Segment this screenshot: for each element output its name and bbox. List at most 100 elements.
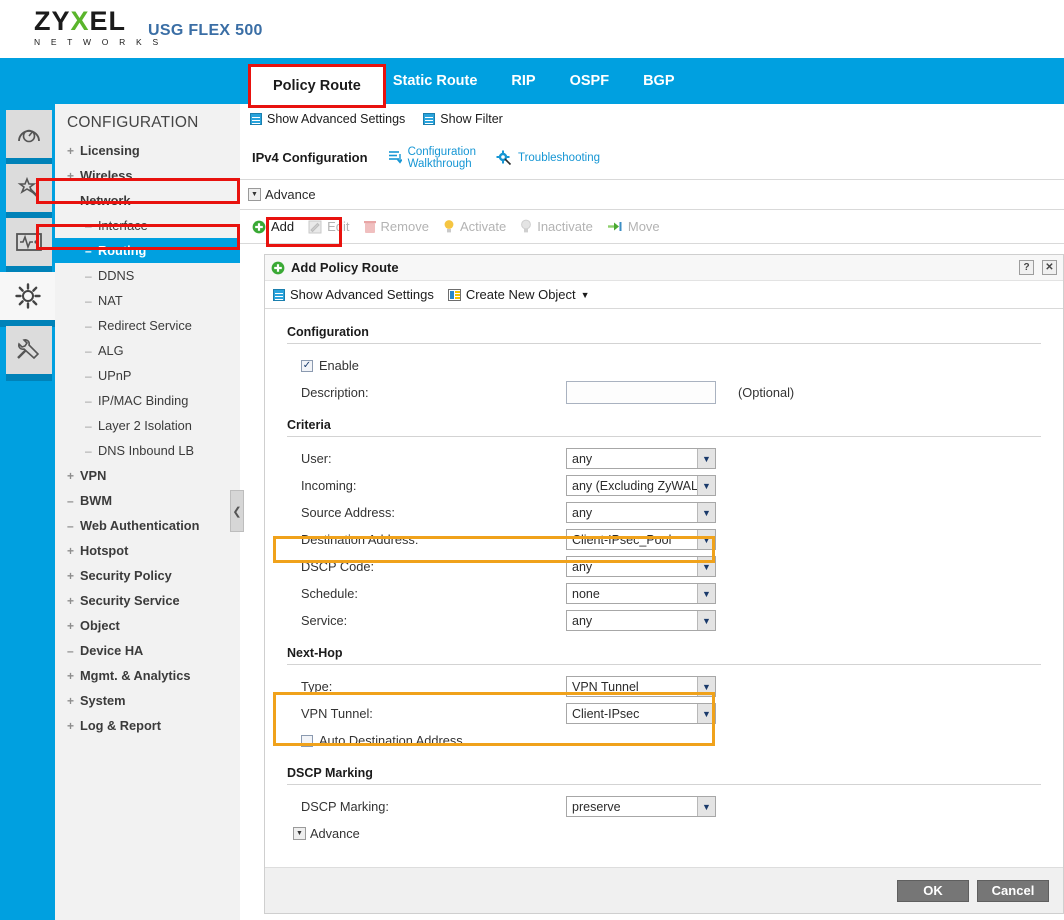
- pencil-icon: [308, 220, 322, 233]
- sidebar-item-label: Object: [80, 618, 120, 633]
- remove-button[interactable]: Remove: [363, 219, 429, 234]
- show-filter-link[interactable]: Show Filter: [423, 112, 503, 126]
- sidebar-item-network[interactable]: – Network: [55, 188, 240, 213]
- inactivate-button[interactable]: Inactivate: [520, 219, 593, 234]
- create-new-object-link[interactable]: Create New Object ▼: [447, 287, 590, 302]
- enable-checkbox[interactable]: ✓: [301, 359, 313, 372]
- trash-icon: [363, 220, 376, 233]
- collapse-icon: –: [67, 519, 74, 533]
- ok-button[interactable]: OK: [897, 879, 969, 902]
- troubleshooting-link[interactable]: Troubleshooting: [496, 150, 600, 166]
- auto-destination-address-checkbox[interactable]: [301, 734, 313, 747]
- sidebar-item-system[interactable]: + System: [55, 688, 240, 713]
- cancel-button[interactable]: Cancel: [977, 879, 1049, 902]
- tab-ospf[interactable]: OSPF: [553, 58, 626, 104]
- sidebar-item-label: Security Policy: [80, 568, 172, 583]
- sidebar-item-security-policy[interactable]: + Security Policy: [55, 563, 240, 588]
- chevron-down-icon[interactable]: ▼: [293, 827, 306, 840]
- sidebar-item-bwm[interactable]: – BWM: [55, 488, 240, 513]
- criteria-user-row: User: any ▼: [287, 445, 1041, 472]
- description-input[interactable]: [566, 381, 716, 404]
- chevron-down-icon: ▼: [697, 584, 715, 603]
- expand-icon: +: [67, 594, 75, 608]
- edit-button[interactable]: Edit: [308, 219, 350, 234]
- app-header: ZYXEL N E T W O R K S USG FLEX 500: [0, 0, 1064, 58]
- collapse-icon: –: [67, 644, 74, 658]
- next-hop-type-select-value: VPN Tunnel: [572, 679, 639, 694]
- chevron-down-icon[interactable]: ▼: [248, 188, 261, 201]
- dialog-show-advanced-settings-link[interactable]: Show Advanced Settings: [273, 287, 434, 302]
- criteria-schedule-select[interactable]: none ▼: [566, 583, 716, 604]
- chevron-down-icon: ▼: [697, 449, 715, 468]
- criteria-service-select-value: any: [572, 613, 593, 628]
- sidebar-item-label: Security Service: [80, 593, 180, 608]
- collapse-icon: –: [85, 344, 92, 358]
- sidebar-item-ip-mac-binding[interactable]: – IP/MAC Binding: [55, 388, 240, 413]
- collapse-icon: –: [85, 444, 92, 458]
- help-button[interactable]: ?: [1019, 260, 1034, 275]
- sidebar-item-hotspot[interactable]: + Hotspot: [55, 538, 240, 563]
- monitor-icon[interactable]: [6, 218, 52, 273]
- dialog-title-bar: Add Policy Route ? ✕: [265, 255, 1063, 281]
- next-hop-type-select[interactable]: VPN Tunnel ▼: [566, 676, 716, 697]
- dscp-advance-row: ▼ Advance: [287, 820, 1041, 847]
- sidebar-item-interface[interactable]: – Interface: [55, 213, 240, 238]
- sidebar-item-layer-2-isolation[interactable]: – Layer 2 Isolation: [55, 413, 240, 438]
- tab-bgp[interactable]: BGP: [626, 58, 691, 104]
- sidebar-item-vpn[interactable]: + VPN: [55, 463, 240, 488]
- sidebar-menu: CONFIGURATION + Licensing + Wireless – Networ…: [55, 104, 240, 920]
- bulb-off-icon: [521, 219, 532, 233]
- chevron-down-icon: ▼: [697, 677, 715, 696]
- sidebar-item-object[interactable]: + Object: [55, 613, 240, 638]
- sidebar-item-upnp[interactable]: – UPnP: [55, 363, 240, 388]
- sidebar-item-redirect-service[interactable]: – Redirect Service: [55, 313, 240, 338]
- record-toolbar: Add Edit Remove Activate Inactivate Move: [240, 210, 1064, 244]
- tab-rip[interactable]: RIP: [494, 58, 552, 104]
- configuration-icon[interactable]: [0, 272, 55, 327]
- tab-static-route[interactable]: Static Route: [376, 58, 495, 104]
- criteria-service-row: Service: any ▼: [287, 607, 1041, 634]
- move-button[interactable]: Move: [607, 219, 660, 234]
- criteria-incoming-select[interactable]: any (Excluding ZyWALL) ▼: [566, 475, 716, 496]
- sidebar-item-ddns[interactable]: – DDNS: [55, 263, 240, 288]
- activate-button[interactable]: Activate: [443, 219, 506, 234]
- sidebar-item-routing[interactable]: – Routing: [55, 238, 240, 263]
- sidebar-item-web-authentication[interactable]: – Web Authentication: [55, 513, 240, 538]
- create-new-object-label: Create New Object: [465, 287, 576, 302]
- sidebar-item-licensing[interactable]: + Licensing: [55, 138, 240, 163]
- description-optional-text: (Optional): [738, 385, 795, 400]
- sidebar-item-alg[interactable]: – ALG: [55, 338, 240, 363]
- maintenance-icon[interactable]: [6, 326, 52, 381]
- collapse-icon: –: [67, 494, 74, 508]
- sidebar-item-log-report[interactable]: + Log & Report: [55, 713, 240, 738]
- configuration-walkthrough-link[interactable]: Configuration Walkthrough: [388, 146, 476, 170]
- wizard-icon[interactable]: [6, 164, 52, 219]
- sidebar-item-device-ha[interactable]: – Device HA: [55, 638, 240, 663]
- sidebar-item-dns-inbound-lb[interactable]: – DNS Inbound LB: [55, 438, 240, 463]
- dscp-marking-label: DSCP Marking:: [301, 799, 389, 814]
- add-button[interactable]: Add: [252, 219, 294, 234]
- collapse-icon: –: [85, 219, 92, 233]
- expand-icon: +: [67, 669, 75, 683]
- sidebar-item-wireless[interactable]: + Wireless: [55, 163, 240, 188]
- dscp-marking-select[interactable]: preserve ▼: [566, 796, 716, 817]
- criteria-service-select[interactable]: any ▼: [566, 610, 716, 631]
- sidebar-item-security-service[interactable]: + Security Service: [55, 588, 240, 613]
- tab-policy-route[interactable]: Policy Route: [251, 67, 383, 105]
- criteria-destination-address-select[interactable]: Client-IPsec_Pool ▼: [566, 529, 716, 550]
- criteria-schedule-select-value: none: [572, 586, 600, 601]
- criteria-user-select[interactable]: any ▼: [566, 448, 716, 469]
- sidebar-item-label: Web Authentication: [80, 518, 200, 533]
- sidebar-item-nat[interactable]: – NAT: [55, 288, 240, 313]
- sidebar-item-mgmt-analytics[interactable]: + Mgmt. & Analytics: [55, 663, 240, 688]
- criteria-dscp-code-select[interactable]: any ▼: [566, 556, 716, 577]
- close-icon[interactable]: ✕: [1042, 260, 1057, 275]
- criteria-source-address-select[interactable]: any ▼: [566, 502, 716, 523]
- sidebar-collapse-handle[interactable]: ❮: [230, 490, 244, 532]
- new-object-icon: [447, 288, 461, 301]
- next-hop-vpn-tunnel-select[interactable]: Client-IPsec ▼: [566, 703, 716, 724]
- show-advanced-settings-link[interactable]: Show Advanced Settings: [250, 112, 405, 126]
- dashboard-icon[interactable]: [6, 110, 52, 165]
